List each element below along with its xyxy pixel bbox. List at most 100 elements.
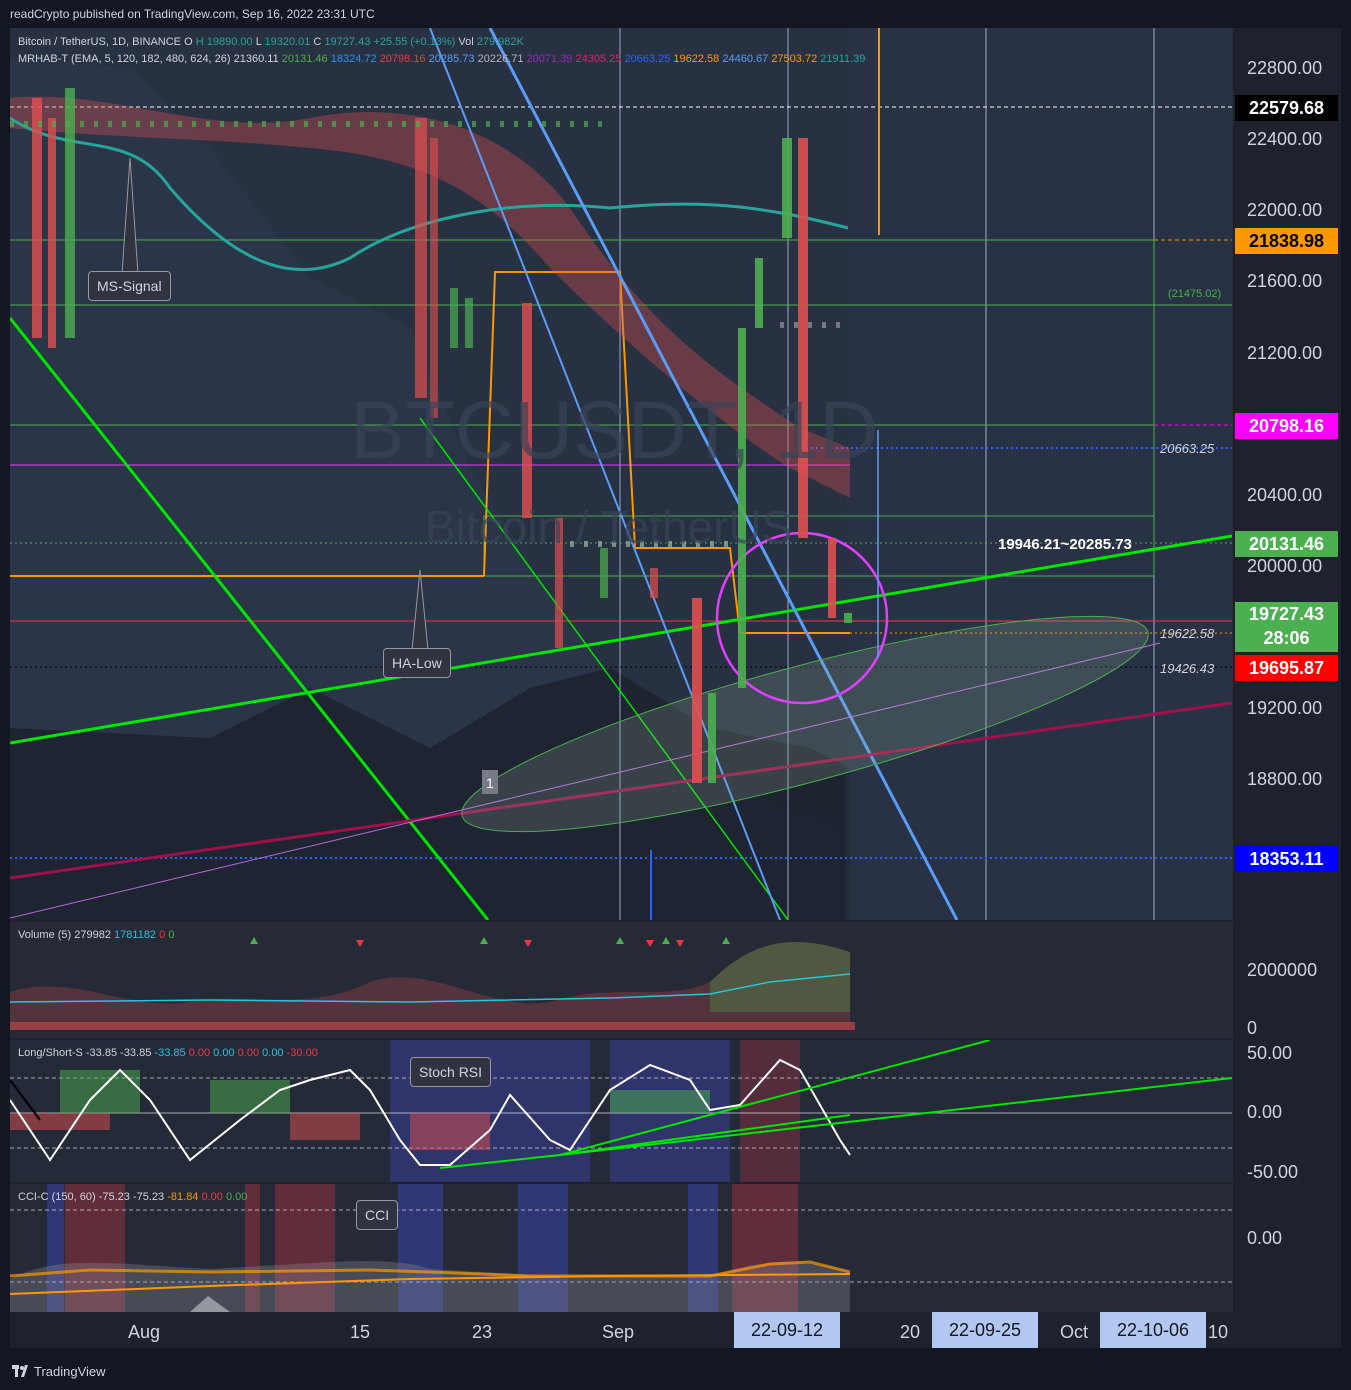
cci-title: CCI-C (150, 60) bbox=[18, 1191, 96, 1203]
up-marker bbox=[480, 937, 488, 944]
longshort-val: -30.00 bbox=[286, 1047, 318, 1059]
mrhab-val: 21911.39 bbox=[820, 53, 866, 65]
tradingview-logo-icon bbox=[12, 1365, 28, 1377]
longshort-tick: 0.00 bbox=[1247, 1102, 1283, 1122]
cci-val: -75.23 bbox=[98, 1191, 130, 1203]
cci-pane[interactable]: CCI-C (150, 60) -75.23 -75.23 -81.84 0.0… bbox=[10, 1184, 1341, 1312]
volume-v4: 0 bbox=[168, 929, 175, 941]
mrhab-val: 18324.72 bbox=[330, 53, 377, 65]
symbol-name: Bitcoin / TetherUS, 1D, BINANCE bbox=[18, 36, 182, 48]
longshort-val: 0.00 bbox=[213, 1047, 235, 1059]
volume-legend[interactable]: Volume (5) 279982 1781182 0 0 bbox=[18, 929, 174, 941]
mrhab-val: 20226.71 bbox=[477, 53, 524, 65]
longshort-pane[interactable]: Long/Short-S -33.85 -33.85 -33.85 0.00 0… bbox=[10, 1040, 1341, 1182]
ohlc-l-value: 19320.01 bbox=[264, 36, 311, 48]
volume-v1: 279982 bbox=[74, 929, 111, 941]
footer-brand: TradingView bbox=[34, 1364, 106, 1379]
mrhab-val: 24305.25 bbox=[575, 53, 622, 65]
candle bbox=[782, 138, 792, 238]
time-label: Sep bbox=[602, 1322, 635, 1342]
price-tick: 20000.00 bbox=[1247, 556, 1323, 576]
candle bbox=[798, 138, 808, 538]
time-label: 23 bbox=[472, 1322, 493, 1342]
candle bbox=[828, 538, 836, 618]
volume-bars bbox=[10, 1022, 855, 1030]
volume-pane[interactable]: Volume (5) 279982 1781182 0 0 2000000 0 bbox=[10, 922, 1341, 1038]
volume-tick: 0 bbox=[1247, 1018, 1258, 1038]
candle bbox=[692, 598, 702, 783]
cci-callout: CCI bbox=[356, 1200, 399, 1230]
price-badge-20798: 20798.16 bbox=[1235, 413, 1338, 439]
volume-tick: 2000000 bbox=[1247, 960, 1318, 980]
candle bbox=[650, 568, 658, 598]
mrhab-legend[interactable]: MRHAB-T (EMA, 5, 120, 182, 480, 624, 26)… bbox=[18, 53, 865, 65]
longshort-val: -33.85 bbox=[120, 1047, 152, 1059]
current-price: 19727.43 bbox=[1248, 604, 1325, 624]
mrhab-val: 20285.73 bbox=[428, 53, 475, 65]
down-marker bbox=[356, 940, 364, 947]
cci-chart-svg bbox=[10, 1184, 1232, 1312]
longshort-val: 0.00 bbox=[262, 1047, 284, 1059]
stoch-rsi-callout: Stoch RSI bbox=[410, 1057, 492, 1087]
longshort-val: 0.00 bbox=[188, 1047, 211, 1059]
ms-signal-callout: MS-Signal bbox=[88, 271, 171, 301]
cci-axis[interactable]: 0.00 bbox=[1232, 1184, 1341, 1312]
watermark-name: Bitcoin / TetherUS bbox=[425, 501, 792, 553]
price-tick: 18800.00 bbox=[1247, 769, 1323, 789]
longshort-axis[interactable]: 50.00 0.00 -50.00 bbox=[1232, 1040, 1341, 1182]
price-tick: 19200.00 bbox=[1247, 698, 1323, 718]
volume-title: Volume (5) bbox=[18, 929, 72, 941]
vol-label: Vol bbox=[458, 36, 474, 48]
ohlc-c-value: 19727.43 bbox=[324, 36, 371, 48]
up-marker bbox=[722, 937, 730, 944]
cci-tick: 0.00 bbox=[1247, 1228, 1283, 1248]
price-tick: 22400.00 bbox=[1247, 129, 1323, 149]
volume-axis[interactable]: 2000000 0 bbox=[1232, 922, 1341, 1038]
mrhab-title: MRHAB-T (EMA, 5, 120, 182, 480, 624, 26) bbox=[18, 53, 231, 65]
time-label: Aug bbox=[128, 1322, 161, 1342]
volume-area-green bbox=[710, 942, 850, 1012]
candle bbox=[430, 138, 438, 418]
longshort-val: 0.00 bbox=[237, 1047, 260, 1059]
down-marker bbox=[646, 940, 654, 947]
time-highlight-0912: 22-09-12 bbox=[734, 1312, 840, 1348]
mrhab-val: 24460.67 bbox=[722, 53, 769, 65]
mrhab-val: 27503.72 bbox=[771, 53, 818, 65]
candle bbox=[755, 258, 763, 328]
change-value: +25.55 (+0.13%) bbox=[373, 36, 456, 48]
longshort-title: Long/Short-S bbox=[18, 1047, 83, 1059]
down-marker bbox=[676, 940, 684, 947]
cci-val: -75.23 bbox=[132, 1191, 165, 1203]
vol-value: 279.982K bbox=[476, 36, 524, 48]
cci-val: 0.00 bbox=[201, 1191, 223, 1203]
volume-chart-svg bbox=[10, 937, 855, 1030]
up-marker bbox=[250, 937, 258, 944]
time-axis[interactable]: Aug 15 23 Sep 22-09-12 20 22-09-25 Oct 2… bbox=[10, 1312, 1341, 1348]
time-highlight-0925: 22-09-25 bbox=[932, 1312, 1038, 1348]
longshort-tick: -50.00 bbox=[1247, 1162, 1299, 1182]
time-highlight-1006: 22-10-06 bbox=[1100, 1312, 1206, 1348]
longshort-legend[interactable]: Long/Short-S -33.85 -33.85 -33.85 0.00 0… bbox=[18, 1047, 318, 1059]
ohlc-o-label: O bbox=[184, 36, 193, 48]
marker-1: 1 bbox=[486, 775, 494, 791]
price-tick: 22800.00 bbox=[1247, 58, 1323, 78]
candle bbox=[415, 118, 427, 398]
candle bbox=[844, 613, 852, 623]
red-histogram bbox=[10, 1113, 490, 1150]
volume-bar-strip bbox=[10, 1022, 855, 1030]
cci-legend[interactable]: CCI-C (150, 60) -75.23 -75.23 -81.84 0.0… bbox=[18, 1191, 247, 1203]
time-label: 10 bbox=[1208, 1322, 1229, 1342]
longshort-val: -33.85 bbox=[154, 1047, 186, 1059]
longshort-val: -33.85 bbox=[85, 1047, 118, 1059]
bar-countdown: 28:06 bbox=[1263, 628, 1310, 648]
symbol-legend[interactable]: Bitcoin / TetherUS, 1D, BINANCE O H 1989… bbox=[18, 36, 524, 48]
price-axis[interactable]: 22800.00 22400.00 22000.00 21600.00 2120… bbox=[1232, 28, 1341, 920]
price-tick: 22000.00 bbox=[1247, 200, 1323, 220]
longshort-tick: 50.00 bbox=[1247, 1043, 1293, 1063]
volume-v2: 1781182 bbox=[114, 929, 157, 941]
down-marker bbox=[524, 940, 532, 947]
candle bbox=[450, 288, 458, 348]
line-label-19622: 19622.58 bbox=[1160, 626, 1215, 641]
price-pane[interactable]: BTCUSDT, 1D Bitcoin / TetherUS 1 Bitcoin… bbox=[10, 28, 1341, 920]
mrhab-val: 20663.25 bbox=[624, 53, 671, 65]
